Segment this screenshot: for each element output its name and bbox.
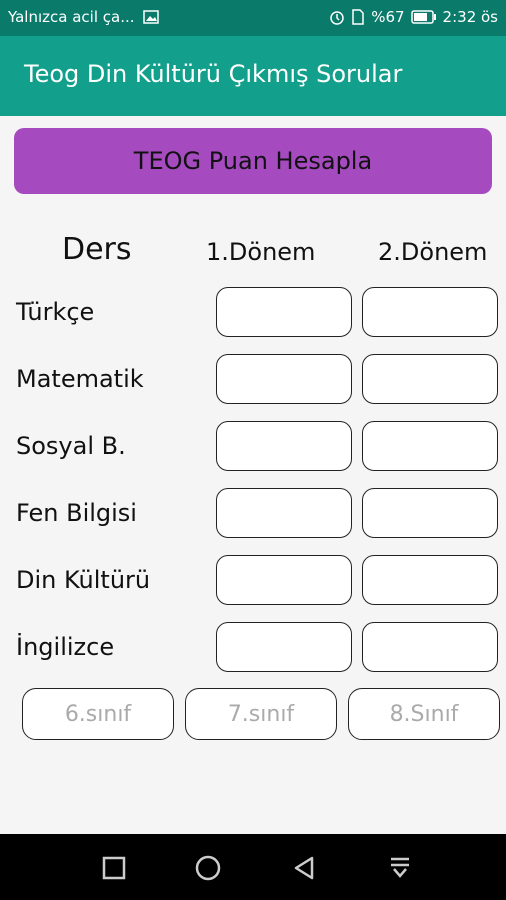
- header-subject: Ders: [62, 232, 132, 267]
- math-term1-input[interactable]: [216, 354, 352, 404]
- math-term2-input[interactable]: [362, 354, 498, 404]
- science-term2-input[interactable]: [362, 488, 498, 538]
- app-bar: Teog Din Kültürü Çıkmış Sorular: [0, 36, 506, 116]
- subject-label-science: Fen Bilgisi: [16, 499, 137, 527]
- religion-term1-input[interactable]: [216, 555, 352, 605]
- subject-label-social: Sosyal B.: [16, 432, 126, 460]
- image-icon: [142, 10, 159, 24]
- grade-8-button[interactable]: 8.Sınıf: [348, 688, 500, 740]
- grade-7-button[interactable]: 7.sınıf: [185, 688, 337, 740]
- alarm-icon: [330, 11, 344, 25]
- social-term1-input[interactable]: [216, 421, 352, 471]
- battery-icon: [410, 10, 436, 24]
- sim-icon: [352, 9, 364, 25]
- app-title: Teog Din Kültürü Çıkmış Sorular: [24, 60, 403, 88]
- calculate-score-label: TEOG Puan Hesapla: [133, 147, 373, 175]
- grade-6-button[interactable]: 6.sınıf: [22, 688, 174, 740]
- home-circle-icon[interactable]: [194, 854, 222, 882]
- back-triangle-icon[interactable]: [290, 854, 318, 882]
- navigation-bar: [0, 834, 506, 900]
- science-term1-input[interactable]: [216, 488, 352, 538]
- subject-label-math: Matematik: [16, 365, 144, 393]
- turkish-term1-input[interactable]: [216, 287, 352, 337]
- subject-label-religion: Din Kültürü: [16, 566, 151, 594]
- subject-label-turkish: Türkçe: [16, 298, 95, 326]
- header-term1: 1.Dönem: [206, 238, 316, 266]
- english-term1-input[interactable]: [216, 622, 352, 672]
- turkish-term2-input[interactable]: [362, 287, 498, 337]
- calculate-score-button[interactable]: TEOG Puan Hesapla: [14, 128, 492, 194]
- clock: 2:32 ös: [442, 8, 498, 26]
- notification-pull-icon[interactable]: [386, 854, 414, 882]
- english-term2-input[interactable]: [362, 622, 498, 672]
- recents-square-icon[interactable]: [100, 854, 128, 882]
- social-term2-input[interactable]: [362, 421, 498, 471]
- header-term2: 2.Dönem: [378, 238, 488, 266]
- status-bar: Yalnızca acil ça... %67 2:32 ös: [0, 0, 506, 36]
- subject-label-english: İngilizce: [16, 633, 115, 661]
- religion-term2-input[interactable]: [362, 555, 498, 605]
- notification-text: Yalnızca acil ça...: [8, 8, 135, 26]
- battery-percent: %67: [371, 8, 405, 26]
